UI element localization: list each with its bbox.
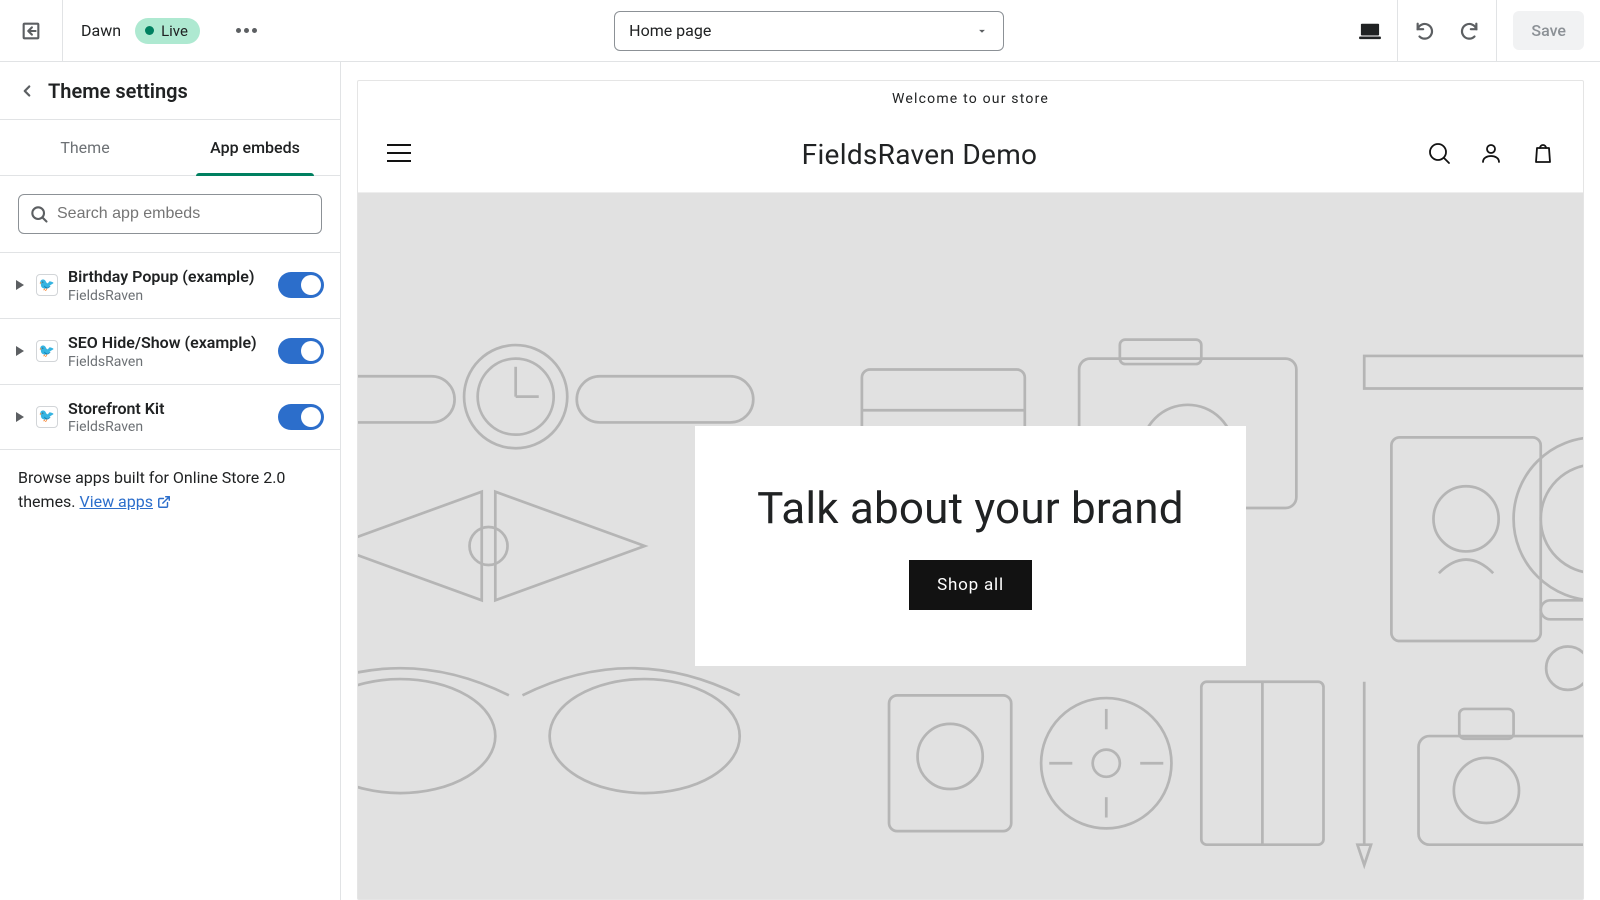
viewport-desktop-button[interactable] bbox=[1343, 0, 1397, 61]
panel-title: Theme settings bbox=[48, 79, 188, 103]
undo-icon bbox=[1414, 20, 1436, 42]
embed-text: SEO Hide/Show (example) FieldsRaven bbox=[68, 333, 268, 370]
page-select[interactable]: Home page bbox=[614, 11, 1004, 51]
caret-right-icon bbox=[16, 280, 24, 290]
preview-canvas: Welcome to our store FieldsRaven Demo bbox=[341, 62, 1600, 900]
app-icon: 🐦 bbox=[36, 340, 58, 362]
menu-button[interactable] bbox=[386, 143, 412, 167]
site-title[interactable]: FieldsRaven Demo bbox=[802, 138, 1038, 171]
panel-header[interactable]: Theme settings bbox=[0, 62, 340, 120]
embed-text: Storefront Kit FieldsRaven bbox=[68, 399, 268, 436]
tab-theme[interactable]: Theme bbox=[0, 120, 170, 175]
caret-right-icon bbox=[16, 412, 24, 422]
redo-button[interactable] bbox=[1452, 0, 1497, 61]
chevron-down-icon bbox=[975, 24, 989, 38]
header-icons bbox=[1427, 141, 1555, 169]
hero-card: Talk about your brand Shop all bbox=[695, 426, 1246, 666]
preview-frame: Welcome to our store FieldsRaven Demo bbox=[357, 80, 1584, 900]
embed-item[interactable]: 🐦 Birthday Popup (example) FieldsRaven bbox=[0, 252, 340, 318]
toggle-knob bbox=[301, 275, 321, 295]
theme-name: Dawn bbox=[81, 21, 121, 40]
undo-button[interactable] bbox=[1397, 0, 1452, 61]
more-actions-button[interactable] bbox=[218, 28, 275, 33]
live-badge: Live bbox=[135, 18, 200, 44]
expand-caret[interactable] bbox=[16, 280, 26, 290]
dot-icon bbox=[244, 28, 249, 33]
embed-list: 🐦 Birthday Popup (example) FieldsRaven 🐦… bbox=[0, 252, 340, 450]
hero-section: Talk about your brand Shop all bbox=[358, 193, 1583, 899]
exit-icon bbox=[20, 20, 42, 42]
dot-icon bbox=[252, 28, 257, 33]
toggle-knob bbox=[301, 341, 321, 361]
hero-cta-button[interactable]: Shop all bbox=[909, 560, 1032, 610]
embed-vendor: FieldsRaven bbox=[68, 419, 268, 435]
announcement-text: Welcome to our store bbox=[892, 91, 1049, 107]
expand-caret[interactable] bbox=[16, 412, 26, 422]
app-icon: 🐦 bbox=[36, 406, 58, 428]
chevron-left-icon bbox=[18, 82, 36, 100]
toggle-knob bbox=[301, 407, 321, 427]
bag-icon bbox=[1531, 141, 1555, 165]
embed-toggle[interactable] bbox=[278, 404, 324, 430]
page-select-label: Home page bbox=[629, 21, 711, 40]
save-button[interactable]: Save bbox=[1513, 11, 1584, 50]
caret-right-icon bbox=[16, 346, 24, 356]
search-field[interactable] bbox=[18, 194, 322, 234]
sidebar: Theme settings Theme App embeds 🐦 Birthd… bbox=[0, 62, 341, 900]
live-dot-icon bbox=[145, 26, 154, 35]
browse-apps-text: Browse apps built for Online Store 2.0 t… bbox=[0, 450, 340, 532]
embed-title: Birthday Popup (example) bbox=[68, 267, 268, 288]
site-header: FieldsRaven Demo bbox=[358, 117, 1583, 193]
account-button[interactable] bbox=[1479, 141, 1503, 169]
topbar: Dawn Live Home page Save bbox=[0, 0, 1600, 62]
app-icon: 🐦 bbox=[36, 274, 58, 296]
external-link-icon bbox=[157, 492, 171, 516]
theme-info: Dawn Live bbox=[63, 18, 218, 44]
search-wrap bbox=[0, 176, 340, 252]
desktop-icon bbox=[1359, 21, 1381, 41]
cart-button[interactable] bbox=[1531, 141, 1555, 169]
exit-editor-button[interactable] bbox=[0, 0, 63, 61]
topbar-left: Dawn Live bbox=[0, 0, 275, 61]
embed-vendor: FieldsRaven bbox=[68, 354, 268, 370]
search-icon bbox=[1427, 141, 1451, 165]
embed-text: Birthday Popup (example) FieldsRaven bbox=[68, 267, 268, 304]
embed-title: Storefront Kit bbox=[68, 399, 268, 420]
topbar-center: Home page bbox=[275, 11, 1343, 51]
redo-icon bbox=[1458, 20, 1480, 42]
embed-vendor: FieldsRaven bbox=[68, 288, 268, 304]
search-input[interactable] bbox=[57, 205, 311, 223]
announcement-bar: Welcome to our store bbox=[358, 81, 1583, 117]
search-button[interactable] bbox=[1427, 141, 1451, 169]
topbar-right: Save bbox=[1343, 0, 1600, 61]
embed-item[interactable]: 🐦 SEO Hide/Show (example) FieldsRaven bbox=[0, 318, 340, 384]
hamburger-icon bbox=[386, 143, 412, 163]
dot-icon bbox=[236, 28, 241, 33]
main: Theme settings Theme App embeds 🐦 Birthd… bbox=[0, 62, 1600, 900]
embed-toggle[interactable] bbox=[278, 272, 324, 298]
user-icon bbox=[1479, 141, 1503, 165]
live-badge-label: Live bbox=[161, 22, 188, 40]
hero-heading: Talk about your brand bbox=[757, 482, 1184, 534]
expand-caret[interactable] bbox=[16, 346, 26, 356]
embed-title: SEO Hide/Show (example) bbox=[68, 333, 268, 354]
sidebar-tabs: Theme App embeds bbox=[0, 120, 340, 176]
search-icon bbox=[29, 204, 49, 224]
view-apps-link[interactable]: View apps bbox=[80, 492, 171, 511]
embed-toggle[interactable] bbox=[278, 338, 324, 364]
view-apps-link-label: View apps bbox=[80, 492, 153, 511]
embed-item[interactable]: 🐦 Storefront Kit FieldsRaven bbox=[0, 384, 340, 451]
tab-app-embeds[interactable]: App embeds bbox=[170, 120, 340, 175]
